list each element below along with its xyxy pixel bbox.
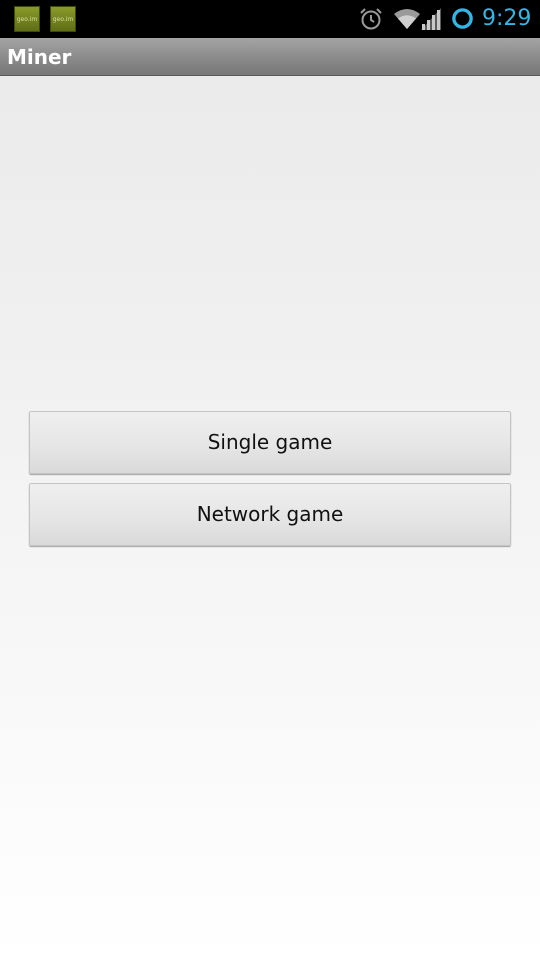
network-game-button[interactable]: Network game <box>29 483 511 546</box>
signal-icon <box>421 8 441 30</box>
status-clock: 9:29 <box>482 6 532 31</box>
app-notification-icon: geo.im <box>50 6 76 32</box>
alarm-icon <box>360 8 382 30</box>
single-game-button[interactable]: Single game <box>29 411 511 474</box>
status-bar: geo.im geo.im 9:29 <box>0 0 540 38</box>
app-notification-icon: geo.im <box>14 6 40 32</box>
app-title: Miner <box>7 45 72 69</box>
sync-icon <box>452 8 473 29</box>
action-bar: Miner <box>0 38 540 76</box>
wifi-icon <box>394 9 420 29</box>
